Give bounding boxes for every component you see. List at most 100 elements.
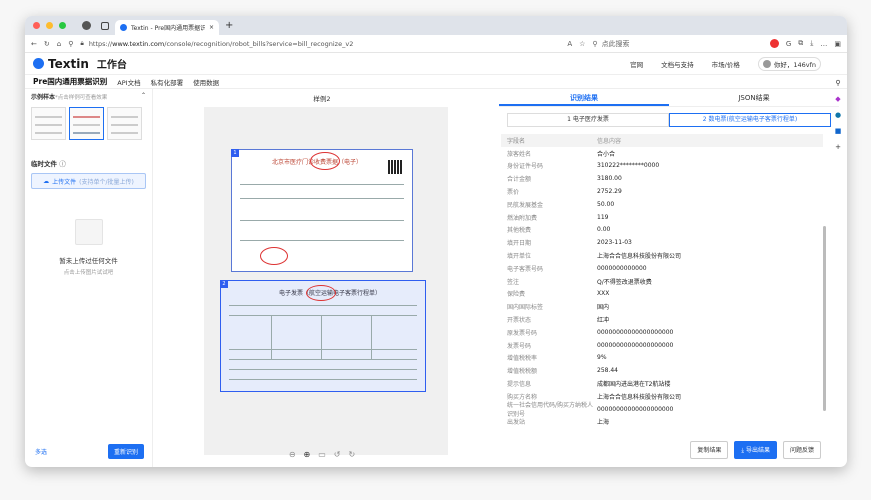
zoom-out-icon[interactable]: ⊖: [289, 450, 296, 459]
field-value[interactable]: 9%: [597, 354, 607, 361]
search-icon[interactable]: ⚲: [835, 79, 840, 87]
field-value[interactable]: 310222********0000: [597, 162, 659, 169]
subnav-usage-data[interactable]: 使用数据: [193, 77, 219, 87]
field-value[interactable]: 50.00: [597, 201, 614, 208]
field-value[interactable]: 2752.29: [597, 188, 622, 195]
minimize-window-button[interactable]: [46, 22, 53, 29]
field-value[interactable]: 00000000000000000000: [597, 329, 673, 336]
field-value[interactable]: 上海合合信息科技股份有限公司: [597, 251, 681, 260]
samples-title: 示例样本: [31, 94, 56, 101]
add-icon[interactable]: +: [835, 143, 841, 151]
subtab-medical[interactable]: 1 电子医疗发票: [507, 113, 669, 127]
invoice-flight[interactable]: 2 电子发票（航空运输电子客票行程单）: [220, 280, 426, 392]
nav-link-market[interactable]: 市场/价格: [712, 59, 740, 69]
field-value[interactable]: 红冲: [597, 315, 609, 324]
field-name: 保险费: [507, 291, 526, 299]
samples-hint: *点击样例可查看效果: [55, 95, 108, 101]
copy-result-button[interactable]: 复制结果: [690, 441, 729, 459]
close-tab-icon[interactable]: ×: [209, 24, 214, 31]
field-value[interactable]: 上海合合信息科技股份有限公司: [597, 392, 681, 401]
refresh-extension-icon[interactable]: G: [786, 40, 791, 48]
field-value[interactable]: 上海: [597, 417, 609, 426]
field-value[interactable]: 0000000000000: [597, 265, 647, 272]
rotate-right-icon[interactable]: ↻: [348, 450, 355, 459]
close-window-button[interactable]: [33, 22, 40, 29]
subnav-private-deploy[interactable]: 私有化部署: [151, 77, 184, 87]
fit-icon[interactable]: ▭: [318, 450, 326, 459]
rotate-left-icon[interactable]: ↺: [334, 450, 341, 459]
outlook-icon[interactable]: ■: [835, 127, 842, 135]
favorite-star-icon[interactable]: ☆: [579, 40, 585, 48]
browser-search[interactable]: ⚲ 点此搜索: [592, 39, 712, 49]
field-row: 民航发展基金 50.00: [501, 198, 823, 211]
feedback-button[interactable]: 问题反馈: [782, 441, 821, 459]
reader-zoom-icon[interactable]: A: [567, 40, 572, 48]
sample-thumbnail-2[interactable]: [69, 107, 104, 140]
tag-icon[interactable]: ◆: [835, 95, 840, 103]
tab-overview-icon[interactable]: [101, 21, 109, 30]
field-value[interactable]: 成都国内进出港在T2航站楼: [597, 379, 670, 388]
upload-button[interactable]: ☁ 上传文件 (支持单个/批量上传): [31, 173, 146, 189]
scrollbar[interactable]: [823, 226, 826, 411]
reload-icon[interactable]: ↻: [44, 40, 50, 48]
header-field-name: 字段名: [507, 137, 526, 145]
extension-icon[interactable]: ●: [835, 111, 841, 119]
sample-thumbnail-3[interactable]: [107, 107, 142, 140]
back-icon[interactable]: ←: [31, 40, 37, 48]
nav-link-docs[interactable]: 文档与支持: [661, 59, 694, 69]
search-icon[interactable]: ⚲: [68, 40, 73, 48]
field-name: 民航发展基金: [507, 201, 544, 209]
collapse-icon[interactable]: ⌃: [141, 92, 146, 101]
field-row: 票价 2752.29: [501, 185, 823, 198]
samples-header: 示例样本*点击样例可查看效果 ⌃: [31, 92, 146, 101]
info-icon[interactable]: ⓘ: [59, 160, 66, 168]
tab-json-result[interactable]: JSON结果: [669, 89, 839, 106]
download-icon[interactable]: ⤓: [810, 39, 813, 48]
tab-recognition-result[interactable]: 识别结果: [499, 89, 669, 106]
subnav-api-docs[interactable]: API文档: [117, 77, 140, 87]
stamp-icon: [310, 152, 340, 170]
zoom-in-icon[interactable]: ⊕: [304, 450, 311, 459]
field-value[interactable]: 0.00: [597, 226, 610, 233]
field-value[interactable]: 2023-11-03: [597, 239, 632, 246]
field-value[interactable]: 00000000000000000000: [597, 406, 673, 413]
field-value[interactable]: 119: [597, 214, 608, 221]
sample-thumbnail-1[interactable]: [31, 107, 66, 140]
field-name: 原发票号码: [507, 329, 538, 337]
field-value[interactable]: 合小合: [597, 149, 615, 158]
field-name: 电子客票号码: [507, 265, 544, 273]
invoice-medical[interactable]: 1 北京市医疗门诊收费票据（电子）: [231, 149, 413, 272]
url-field[interactable]: 🔒︎ https://www.textin.com/console/recogn…: [80, 39, 560, 48]
field-value[interactable]: 00000000000000000000: [597, 342, 673, 349]
export-result-button[interactable]: ⤓ 导出结果: [734, 441, 777, 459]
field-value[interactable]: 258.44: [597, 367, 618, 374]
logo[interactable]: Textin 工作台: [33, 56, 127, 71]
more-icon[interactable]: …: [820, 40, 827, 48]
field-name: 发票号码: [507, 342, 532, 350]
field-value[interactable]: XXX: [597, 290, 609, 297]
field-value[interactable]: 国内: [597, 302, 609, 311]
field-name: 增值税税率: [507, 355, 538, 363]
multi-select-link[interactable]: 多选: [35, 447, 47, 456]
subtab-flight[interactable]: 2 数电票(航空运输电子客票行程单): [669, 113, 831, 127]
sidebar-toggle-icon[interactable]: ▣: [834, 40, 841, 48]
profile-icon[interactable]: [82, 21, 91, 30]
field-value[interactable]: 3180.00: [597, 175, 622, 182]
field-row: 国内国际标签 国内: [501, 300, 823, 313]
field-value[interactable]: Q/不得签改退票收费: [597, 277, 652, 286]
new-tab-icon[interactable]: +: [225, 20, 233, 31]
user-menu[interactable]: 你好，146vfn: [757, 56, 821, 71]
header-field-value: 信息内容: [597, 137, 622, 145]
rerun-button[interactable]: 重新识别: [107, 444, 144, 459]
field-row: 原发票号码 00000000000000000000: [501, 326, 823, 339]
maximize-window-button[interactable]: [59, 22, 66, 29]
browser-tab[interactable]: Textin - Pre国内通用票据识别 ×: [115, 20, 219, 35]
home-icon[interactable]: ⌂: [57, 40, 61, 48]
url-path: /console/recognition/robot_bills?service…: [164, 39, 354, 48]
browser-window: Textin - Pre国内通用票据识别 × + ← ↻ ⌂ ⚲ 🔒︎ http…: [25, 16, 847, 467]
collections-icon[interactable]: ⧉: [798, 39, 803, 48]
field-row: 合计金额 3180.00: [501, 172, 823, 185]
extension-icon[interactable]: [769, 39, 779, 48]
field-name: 合计金额: [507, 176, 532, 184]
nav-link-official[interactable]: 官网: [630, 59, 643, 69]
